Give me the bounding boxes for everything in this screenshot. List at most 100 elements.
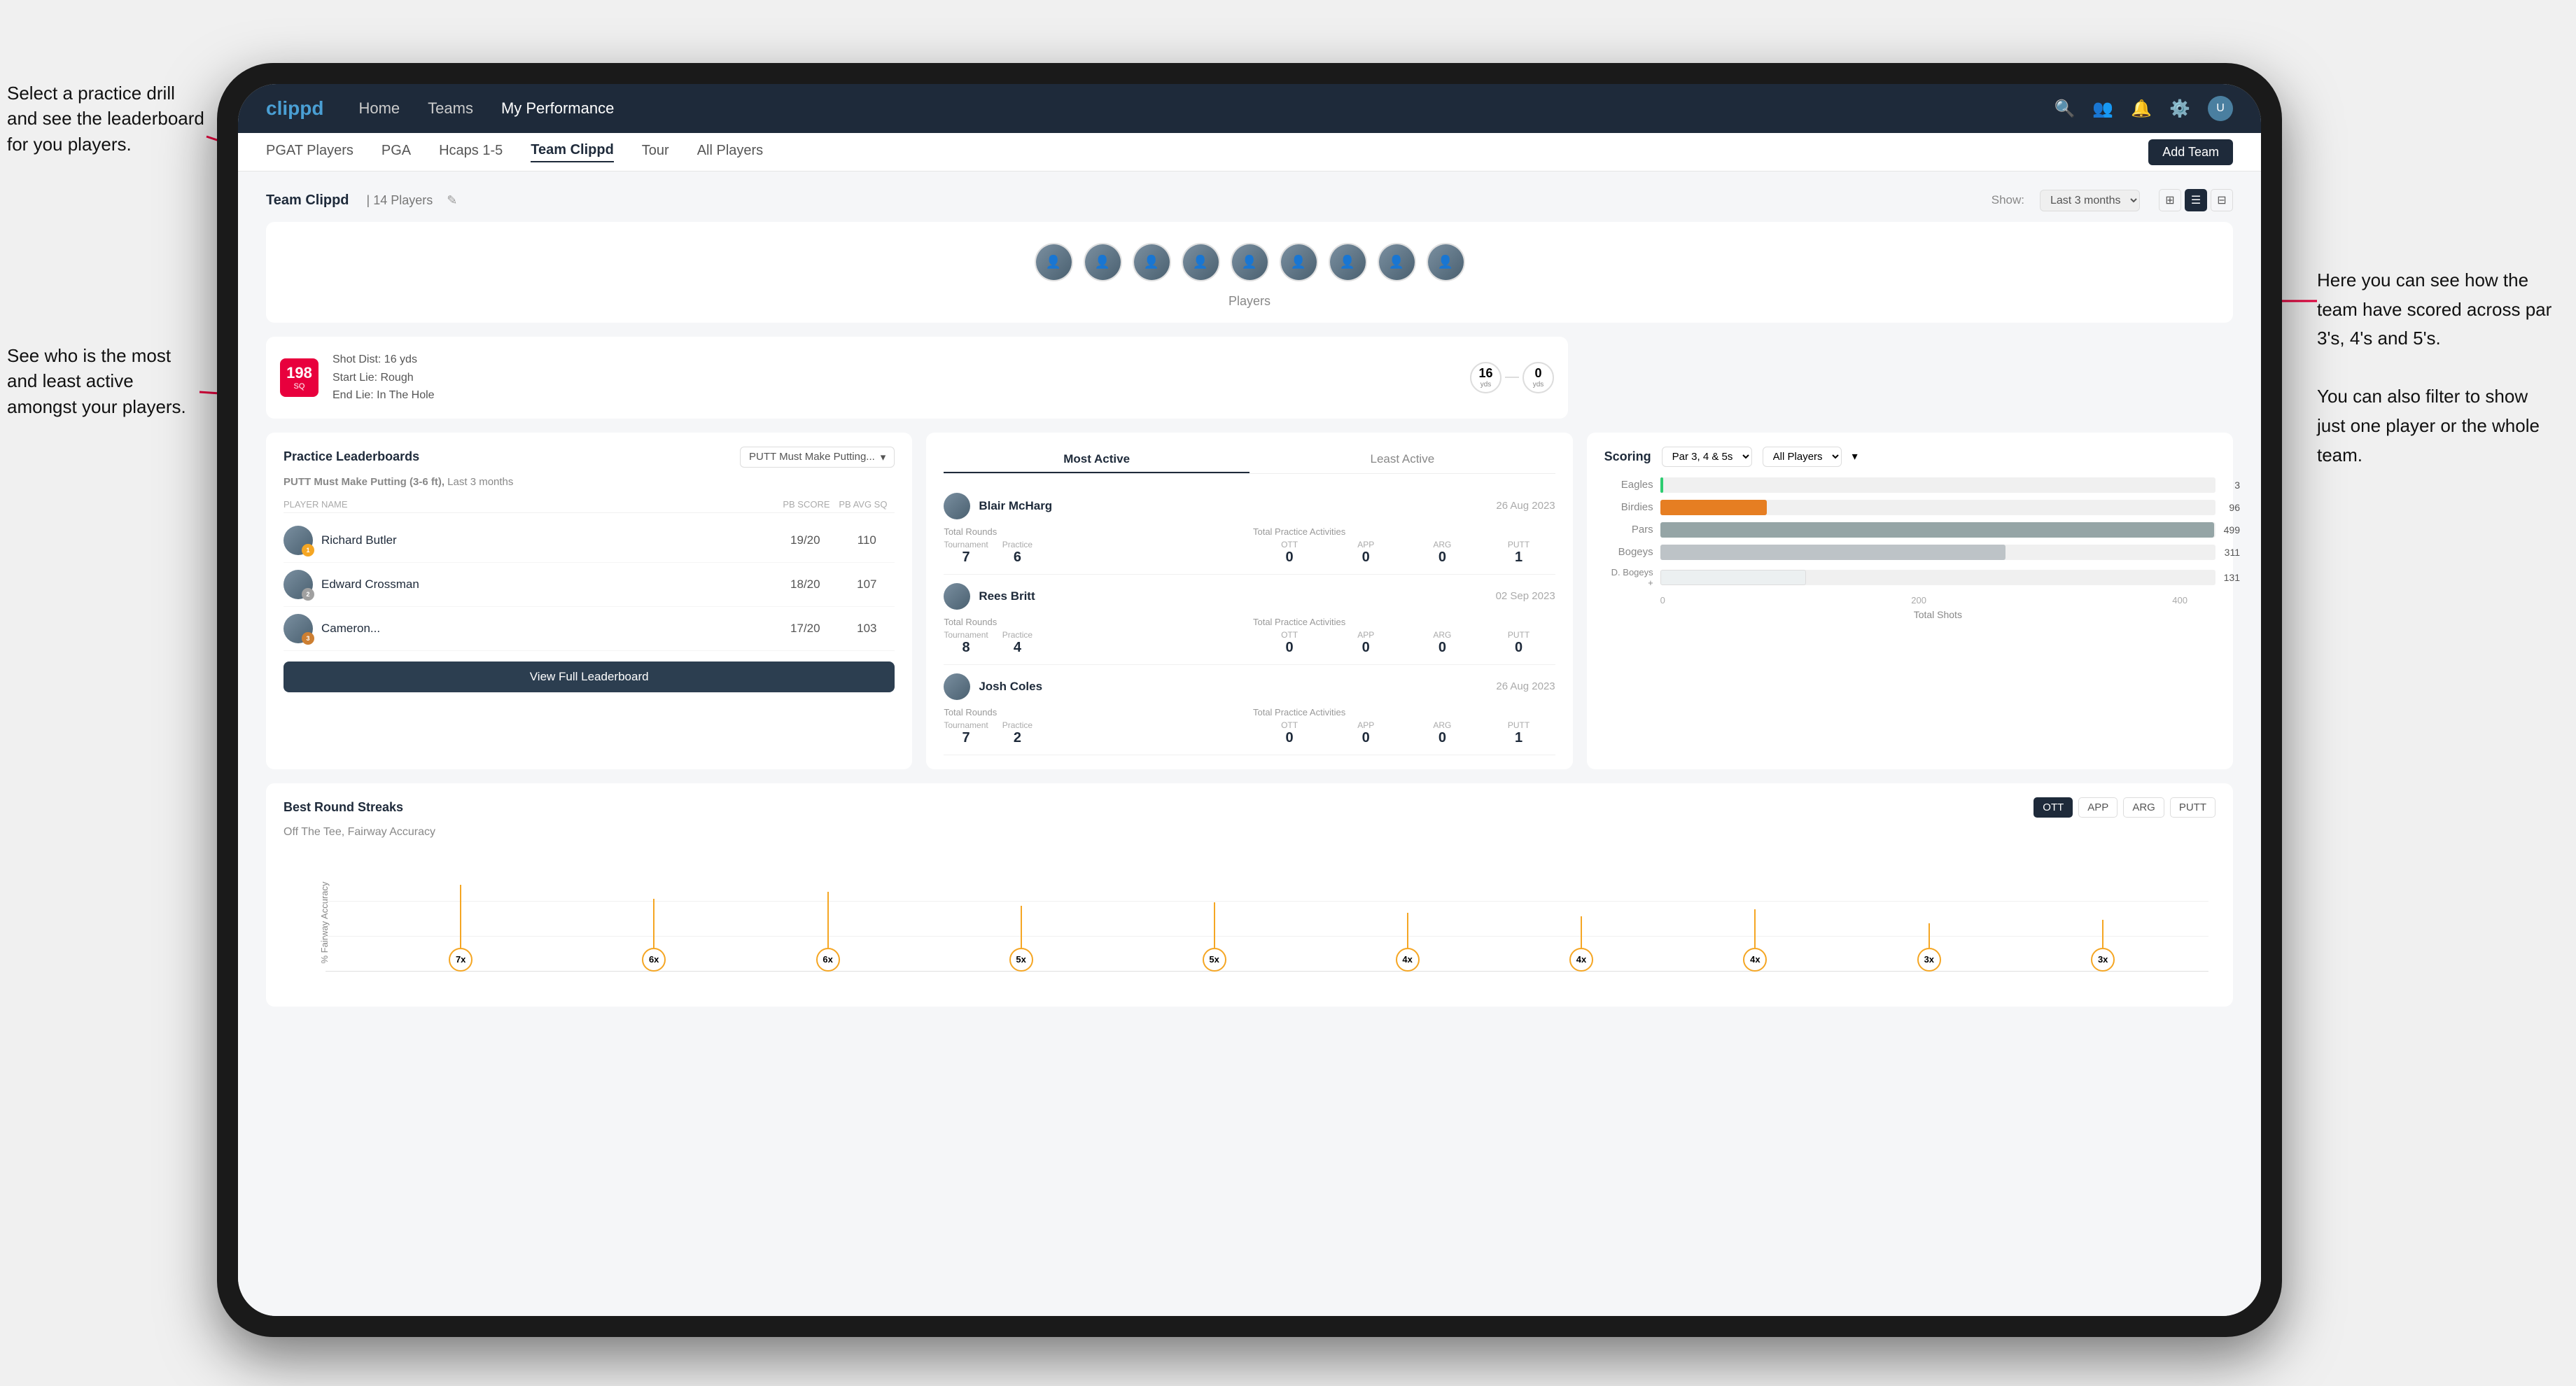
filter-ott[interactable]: OTT	[2033, 797, 2073, 818]
rank-badge-3: 3	[302, 632, 314, 645]
player-avatar-1[interactable]: 👤	[1035, 243, 1073, 281]
streak-stem-10	[2102, 920, 2104, 948]
main-content: Team Clippd | 14 Players ✎ Show: Last 3 …	[238, 172, 2261, 1316]
scoring-filter-par[interactable]: Par 3, 4 & 5s Par 3s Par 4s Par 5s	[1662, 447, 1752, 467]
streaks-card: Best Round Streaks OTT APP ARG PUTT Off …	[266, 783, 2233, 1007]
subnav-pga[interactable]: PGA	[382, 143, 411, 162]
pa-name-3: Josh Coles	[979, 680, 1488, 694]
view-icons: ⊞ ☰ ⊟	[2159, 189, 2233, 211]
player-avatar-7[interactable]: 👤	[1329, 243, 1367, 281]
nav-link-home[interactable]: Home	[358, 99, 400, 118]
streak-stem-8	[1754, 909, 1756, 948]
pa-stats-1: Total Rounds Tournament7 Practice6 Total…	[944, 526, 1555, 566]
bar-track-eagles: 3	[1660, 477, 2216, 493]
lb-avatar-3: 3	[284, 614, 313, 643]
tab-least-active[interactable]: Least Active	[1250, 447, 1555, 473]
nav-link-teams[interactable]: Teams	[428, 99, 473, 118]
view-grid-icon[interactable]: ⊞	[2159, 189, 2181, 211]
annotation-left-1: Select a practice drill and see the lead…	[7, 80, 210, 157]
pa-header-1: Blair McHarg 26 Aug 2023	[944, 493, 1555, 519]
settings-icon[interactable]: ⚙️	[2169, 99, 2190, 119]
y-axis-label: % Fairway Accuracy	[319, 881, 330, 963]
annotation-left-2: See who is the most and least active amo…	[7, 343, 203, 419]
streak-bubble-10: 3x	[2091, 948, 2115, 972]
player-avatar-8[interactable]: 👤	[1378, 243, 1416, 281]
show-label: Show:	[1991, 193, 2024, 207]
player-avatar-2[interactable]: 👤	[1084, 243, 1122, 281]
view-table-icon[interactable]: ⊟	[2211, 189, 2233, 211]
streak-bubble-1: 7x	[449, 948, 472, 972]
grid-line-2	[326, 901, 2208, 902]
pa-practice-1: Total Practice Activities OTT0 APP0 ARG0…	[1253, 526, 1555, 566]
search-icon[interactable]: 🔍	[2054, 99, 2075, 119]
pa-name-1: Blair McHarg	[979, 499, 1488, 513]
chevron-down-icon: ▾	[881, 451, 886, 463]
bar-label-birdies: Birdies	[1604, 501, 1653, 513]
bar-row-dbogeys: D. Bogeys + 131	[1604, 567, 2216, 588]
shot-badge: 198 SQ	[280, 358, 318, 397]
streak-bubble-8: 4x	[1743, 948, 1767, 972]
nav-icons: 🔍 👥 🔔 ⚙️ U	[2054, 96, 2233, 121]
shot-card: 198 SQ Shot Dist: 16 yds Start Lie: Roug…	[266, 337, 1568, 419]
scoring-card: Scoring Par 3, 4 & 5s Par 3s Par 4s Par …	[1587, 433, 2233, 769]
team-count: | 14 Players	[367, 193, 433, 208]
streak-stem-5	[1214, 902, 1215, 948]
edit-icon[interactable]: ✎	[447, 193, 457, 208]
user-avatar[interactable]: U	[2208, 96, 2233, 121]
nav-link-my-performance[interactable]: My Performance	[501, 99, 614, 118]
filter-arg[interactable]: ARG	[2123, 797, 2164, 818]
lb-table-header: PLAYER NAME PB SCORE PB AVG SQ	[284, 496, 895, 513]
activity-tabs: Most Active Least Active	[944, 447, 1555, 474]
subnav-all-players[interactable]: All Players	[697, 143, 763, 162]
view-list-icon[interactable]: ☰	[2185, 189, 2207, 211]
lb-row-3: 3 Cameron... 17/20 103	[284, 607, 895, 651]
pa-practice-3: Total Practice Activities OTT0 APP0 ARG0…	[1253, 707, 1555, 746]
subnav-hcaps[interactable]: Hcaps 1-5	[439, 143, 503, 162]
bar-label-dbogeys: D. Bogeys +	[1604, 567, 1653, 588]
player-avatar-4[interactable]: 👤	[1182, 243, 1220, 281]
show-select[interactable]: Last 3 months Last 6 months Last year	[2040, 190, 2140, 211]
lb-avatar-1: 1	[284, 526, 313, 555]
player-avatar-6[interactable]: 👤	[1280, 243, 1318, 281]
streak-bubble-4: 5x	[1009, 948, 1033, 972]
annotation-right: Here you can see how the team have score…	[2317, 266, 2555, 470]
bar-row-eagles: Eagles 3	[1604, 477, 2216, 493]
tablet-screen: clippd Home Teams My Performance 🔍 👥 🔔 ⚙…	[238, 84, 2261, 1316]
view-full-leaderboard-button[interactable]: View Full Leaderboard	[284, 662, 895, 692]
practice-leaderboard-card: Practice Leaderboards PUTT Must Make Put…	[266, 433, 912, 769]
subnav-team-clippd[interactable]: Team Clippd	[531, 142, 614, 162]
pa-practice-2: Total Practice Activities OTT0 APP0 ARG0…	[1253, 617, 1555, 656]
streak-point-10: 3x	[2091, 920, 2115, 972]
streak-stem-3	[827, 892, 829, 948]
filter-putt[interactable]: PUTT	[2170, 797, 2216, 818]
pa-name-2: Rees Britt	[979, 589, 1487, 603]
nav-logo: clippd	[266, 97, 323, 120]
player-avatar-5[interactable]: 👤	[1231, 243, 1269, 281]
bell-icon[interactable]: 🔔	[2131, 99, 2152, 119]
shot-end-lie: End Lie: In The Hole	[332, 386, 1456, 405]
navbar: clippd Home Teams My Performance 🔍 👥 🔔 ⚙…	[238, 84, 2261, 133]
streak-point-2: 6x	[642, 899, 666, 972]
streak-stem-6	[1407, 913, 1408, 948]
drill-selector[interactable]: PUTT Must Make Putting... ▾	[740, 447, 895, 468]
people-icon[interactable]: 👥	[2092, 99, 2113, 119]
shot-circle-line	[1505, 377, 1519, 378]
streak-bubble-5: 5x	[1203, 948, 1226, 972]
x-label-200: 200	[1911, 595, 1926, 606]
filter-app[interactable]: APP	[2078, 797, 2118, 818]
lb-avg-1: 110	[839, 533, 895, 547]
rank-badge-1: 1	[302, 544, 314, 556]
x-label-0: 0	[1660, 595, 1665, 606]
subnav-tour[interactable]: Tour	[642, 143, 669, 162]
streaks-subtitle: Off The Tee, Fairway Accuracy	[284, 826, 2216, 839]
player-avatar-3[interactable]: 👤	[1133, 243, 1171, 281]
practice-card-header: Practice Leaderboards PUTT Must Make Put…	[284, 447, 895, 468]
streak-stem-4	[1021, 906, 1022, 948]
add-team-button[interactable]: Add Team	[2148, 139, 2233, 165]
tab-most-active[interactable]: Most Active	[944, 447, 1250, 473]
player-avatar-9[interactable]: 👤	[1427, 243, 1465, 281]
bar-track-dbogeys: 131	[1660, 570, 2216, 585]
scoring-filter-players[interactable]: All Players	[1763, 447, 1842, 467]
pa-date-3: 26 Aug 2023	[1496, 680, 1555, 692]
subnav-pgat[interactable]: PGAT Players	[266, 143, 354, 162]
